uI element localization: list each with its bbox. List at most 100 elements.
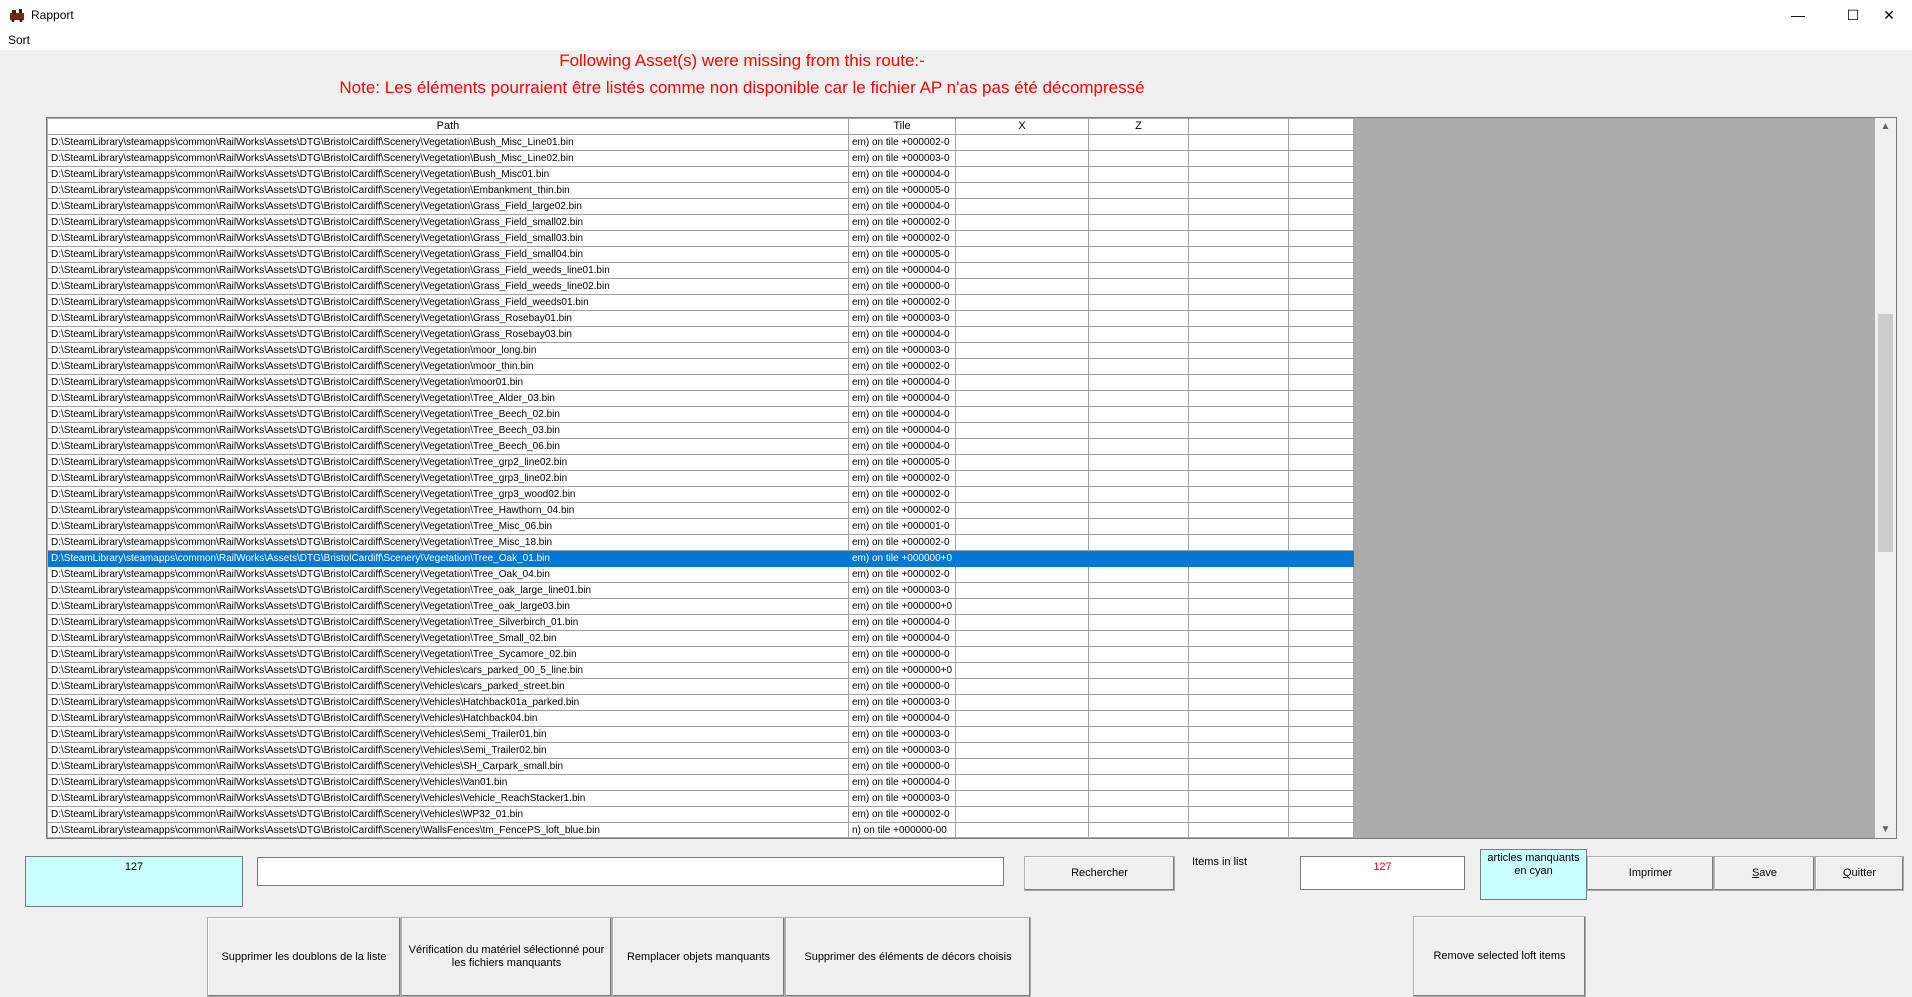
table-row[interactable]: D:\SteamLibrary\steamapps\common\RailWor… xyxy=(48,807,1354,823)
items-count-field: 127 xyxy=(1300,856,1465,890)
save-button[interactable]: Save xyxy=(1714,856,1815,891)
table-row[interactable]: D:\SteamLibrary\steamapps\common\RailWor… xyxy=(48,263,1354,279)
cell-col5 xyxy=(1189,727,1289,743)
table-row[interactable]: D:\SteamLibrary\steamapps\common\RailWor… xyxy=(48,567,1354,583)
cell-x xyxy=(956,759,1089,775)
table-row[interactable]: D:\SteamLibrary\steamapps\common\RailWor… xyxy=(48,791,1354,807)
table-row[interactable]: D:\SteamLibrary\steamapps\common\RailWor… xyxy=(48,535,1354,551)
cell-path: D:\SteamLibrary\steamapps\common\RailWor… xyxy=(48,311,849,327)
table-row[interactable]: D:\SteamLibrary\steamapps\common\RailWor… xyxy=(48,455,1354,471)
cell-z xyxy=(1089,807,1189,823)
cell-path: D:\SteamLibrary\steamapps\common\RailWor… xyxy=(48,775,849,791)
cell-col6 xyxy=(1289,295,1354,311)
cell-col6 xyxy=(1289,423,1354,439)
table-row[interactable]: D:\SteamLibrary\steamapps\common\RailWor… xyxy=(48,183,1354,199)
cell-path: D:\SteamLibrary\steamapps\common\RailWor… xyxy=(48,567,849,583)
cell-col6 xyxy=(1289,583,1354,599)
cell-z xyxy=(1089,727,1189,743)
cell-col5 xyxy=(1189,823,1289,837)
table-row[interactable]: D:\SteamLibrary\steamapps\common\RailWor… xyxy=(48,695,1354,711)
table-row[interactable]: D:\SteamLibrary\steamapps\common\RailWor… xyxy=(48,407,1354,423)
asset-grid[interactable]: Path Tile X Z D:\SteamLibrary\steamapps\… xyxy=(48,119,1354,837)
table-row[interactable]: D:\SteamLibrary\steamapps\common\RailWor… xyxy=(48,327,1354,343)
table-row[interactable]: D:\SteamLibrary\steamapps\common\RailWor… xyxy=(48,471,1354,487)
table-row[interactable]: D:\SteamLibrary\steamapps\common\RailWor… xyxy=(48,647,1354,663)
table-row[interactable]: D:\SteamLibrary\steamapps\common\RailWor… xyxy=(48,151,1354,167)
table-row[interactable]: D:\SteamLibrary\steamapps\common\RailWor… xyxy=(48,663,1354,679)
table-row[interactable]: D:\SteamLibrary\steamapps\common\RailWor… xyxy=(48,727,1354,743)
remove-duplicates-button[interactable]: Supprimer les doublons de la liste xyxy=(207,917,401,997)
cell-z xyxy=(1089,791,1189,807)
table-row[interactable]: D:\SteamLibrary\steamapps\common\RailWor… xyxy=(48,231,1354,247)
cell-tile: em) on tile +000000-0 xyxy=(849,759,956,775)
table-row[interactable]: D:\SteamLibrary\steamapps\common\RailWor… xyxy=(48,311,1354,327)
table-row[interactable]: D:\SteamLibrary\steamapps\common\RailWor… xyxy=(48,519,1354,535)
table-row[interactable]: D:\SteamLibrary\steamapps\common\RailWor… xyxy=(48,199,1354,215)
table-row[interactable]: D:\SteamLibrary\steamapps\common\RailWor… xyxy=(48,615,1354,631)
column-header-x[interactable]: X xyxy=(956,119,1089,135)
cell-path: D:\SteamLibrary\steamapps\common\RailWor… xyxy=(48,727,849,743)
table-row[interactable]: D:\SteamLibrary\steamapps\common\RailWor… xyxy=(48,775,1354,791)
table-row[interactable]: D:\SteamLibrary\steamapps\common\RailWor… xyxy=(48,551,1354,567)
remove-scenery-button[interactable]: Supprimer des éléments de décors choisis xyxy=(785,917,1031,997)
cell-col5 xyxy=(1189,695,1289,711)
scroll-up-icon[interactable]: ▲ xyxy=(1875,118,1896,135)
cell-path: D:\SteamLibrary\steamapps\common\RailWor… xyxy=(48,807,849,823)
cell-path: D:\SteamLibrary\steamapps\common\RailWor… xyxy=(48,215,849,231)
cell-z xyxy=(1089,631,1189,647)
column-header-tile[interactable]: Tile xyxy=(849,119,956,135)
table-row[interactable]: D:\SteamLibrary\steamapps\common\RailWor… xyxy=(48,359,1354,375)
verify-selected-button[interactable]: Vérification du matériel sélectionné pou… xyxy=(401,917,612,997)
table-row[interactable]: D:\SteamLibrary\steamapps\common\RailWor… xyxy=(48,599,1354,615)
table-row[interactable]: D:\SteamLibrary\steamapps\common\RailWor… xyxy=(48,343,1354,359)
search-button[interactable]: Rechercher xyxy=(1024,856,1175,891)
menu-item-sort[interactable]: Sort xyxy=(8,33,30,47)
cell-x xyxy=(956,199,1089,215)
replace-missing-button[interactable]: Remplacer objets manquants xyxy=(612,917,785,997)
column-header-z[interactable]: Z xyxy=(1089,119,1189,135)
cell-col5 xyxy=(1189,647,1289,663)
scroll-down-icon[interactable]: ▼ xyxy=(1875,821,1896,838)
search-input[interactable] xyxy=(257,857,1004,886)
print-button[interactable]: Imprimer xyxy=(1587,856,1714,891)
quit-button[interactable]: Quitter xyxy=(1815,856,1904,891)
scrollbar-thumb[interactable] xyxy=(1878,314,1893,552)
table-row[interactable]: D:\SteamLibrary\steamapps\common\RailWor… xyxy=(48,439,1354,455)
column-header-6[interactable] xyxy=(1289,119,1354,135)
table-row[interactable]: D:\SteamLibrary\steamapps\common\RailWor… xyxy=(48,391,1354,407)
table-row[interactable]: D:\SteamLibrary\steamapps\common\RailWor… xyxy=(48,743,1354,759)
table-row[interactable]: D:\SteamLibrary\steamapps\common\RailWor… xyxy=(48,679,1354,695)
cell-col5 xyxy=(1189,535,1289,551)
cell-tile: em) on tile +000003-0 xyxy=(849,743,956,759)
column-header-5[interactable] xyxy=(1189,119,1289,135)
vertical-scrollbar[interactable]: ▲ ▼ xyxy=(1875,118,1896,838)
cell-x xyxy=(956,167,1089,183)
table-row[interactable]: D:\SteamLibrary\steamapps\common\RailWor… xyxy=(48,375,1354,391)
table-row[interactable]: D:\SteamLibrary\steamapps\common\RailWor… xyxy=(48,215,1354,231)
minimize-icon[interactable]: — xyxy=(1775,0,1821,30)
table-row[interactable]: D:\SteamLibrary\steamapps\common\RailWor… xyxy=(48,583,1354,599)
table-row[interactable]: D:\SteamLibrary\steamapps\common\RailWor… xyxy=(48,279,1354,295)
cell-x xyxy=(956,439,1089,455)
table-row[interactable]: D:\SteamLibrary\steamapps\common\RailWor… xyxy=(48,631,1354,647)
close-icon[interactable]: ✕ xyxy=(1866,0,1912,30)
table-row[interactable]: D:\SteamLibrary\steamapps\common\RailWor… xyxy=(48,759,1354,775)
table-row[interactable]: D:\SteamLibrary\steamapps\common\RailWor… xyxy=(48,711,1354,727)
cell-z xyxy=(1089,439,1189,455)
table-row[interactable]: D:\SteamLibrary\steamapps\common\RailWor… xyxy=(48,247,1354,263)
cell-x xyxy=(956,295,1089,311)
remove-loft-items-button[interactable]: Remove selected loft items xyxy=(1413,916,1586,997)
table-row[interactable]: D:\SteamLibrary\steamapps\common\RailWor… xyxy=(48,295,1354,311)
table-row[interactable]: D:\SteamLibrary\steamapps\common\RailWor… xyxy=(48,823,1354,837)
cell-path: D:\SteamLibrary\steamapps\common\RailWor… xyxy=(48,503,849,519)
table-row[interactable]: D:\SteamLibrary\steamapps\common\RailWor… xyxy=(48,135,1354,151)
table-row[interactable]: D:\SteamLibrary\steamapps\common\RailWor… xyxy=(48,167,1354,183)
cell-col6 xyxy=(1289,247,1354,263)
table-row[interactable]: D:\SteamLibrary\steamapps\common\RailWor… xyxy=(48,503,1354,519)
column-header-path[interactable]: Path xyxy=(48,119,849,135)
table-row[interactable]: D:\SteamLibrary\steamapps\common\RailWor… xyxy=(48,423,1354,439)
table-row[interactable]: D:\SteamLibrary\steamapps\common\RailWor… xyxy=(48,487,1354,503)
cell-path: D:\SteamLibrary\steamapps\common\RailWor… xyxy=(48,679,849,695)
cell-path: D:\SteamLibrary\steamapps\common\RailWor… xyxy=(48,295,849,311)
cell-z xyxy=(1089,423,1189,439)
